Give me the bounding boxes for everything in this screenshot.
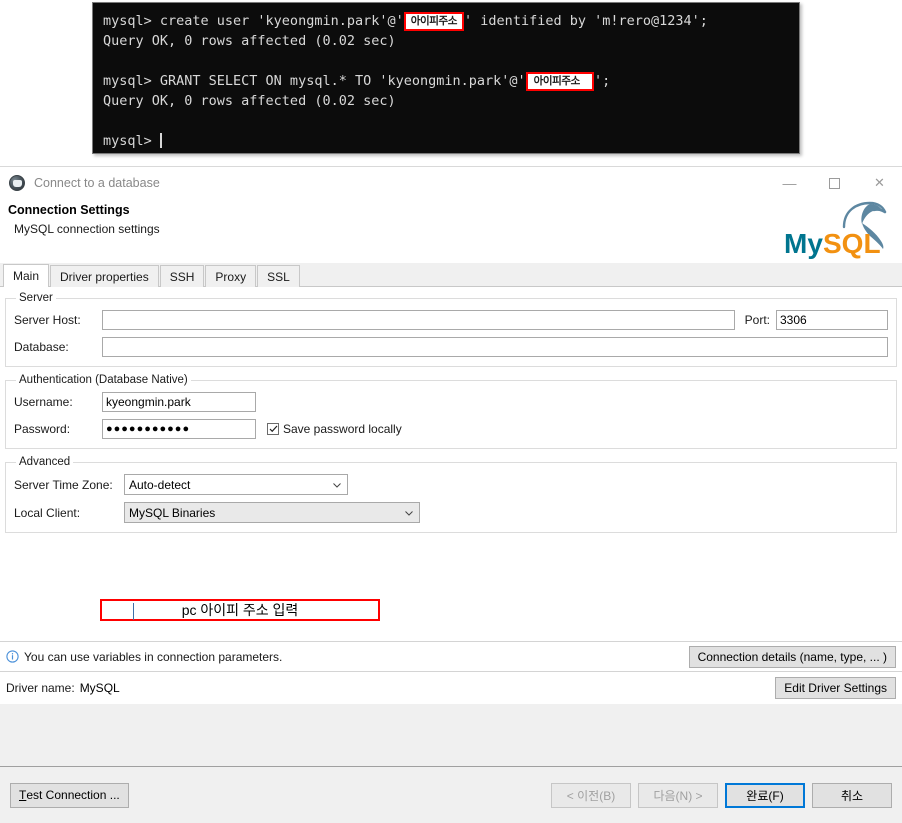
save-password-label: Save password locally [283,422,402,436]
terminal-line-create-user: mysql> create user 'kyeongmin.park'@' 아이피… [103,11,789,31]
advanced-group-legend: Advanced [19,456,71,468]
back-button[interactable]: < 이전(B) [551,782,631,808]
chevron-down-icon [333,482,341,488]
server-host-label: Server Host: [14,313,81,327]
authentication-group-legend: Authentication (Database Native) [19,374,188,386]
username-input[interactable] [102,392,256,412]
redaction-box-ip-2: 아이피주소 [525,72,594,91]
driver-name-value: MySQL [79,681,120,695]
mysql-logo: My SQL [782,197,894,263]
connection-details-button[interactable]: Connection details (name, type, ... ) [688,645,896,668]
mysql-logo-svg: My SQL [784,201,887,259]
mysql-logo-my: My [784,228,823,259]
terminal-text-pre-2: mysql> GRANT SELECT ON mysql.* TO 'kyeon… [103,73,526,89]
close-button[interactable]: ✕ [857,167,902,199]
server-timezone-combo[interactable]: Auto-detect [124,474,348,495]
dialog-button-bar: Test Connection ... < 이전(B) 다음(N) > 완료(F… [0,767,902,823]
advanced-group: Advanced Server Time Zone: Auto-detect L… [5,456,897,533]
save-password-checkbox[interactable]: Save password locally [267,422,402,436]
terminal-line-grant-select: mysql> GRANT SELECT ON mysql.* TO 'kyeon… [103,71,789,91]
dbeaver-app-icon [9,175,25,191]
info-text: You can use variables in connection para… [24,649,283,664]
server-timezone-value: Auto-detect [129,477,191,492]
terminal-prompt: mysql> [103,131,789,151]
host-input-caret [133,603,134,620]
info-icon [6,650,19,663]
dialog-title-bar: Connect to a database — ✕ [0,167,902,199]
terminal-text-pre: mysql> create user 'kyeongmin.park'@' [103,13,404,29]
minimize-icon: — [782,175,797,191]
annotation-host-text: pc 아이피 주소 입력 [181,602,299,618]
mysql-logo-sql: SQL [823,228,881,259]
terminal-line-query-ok-1: Query OK, 0 rows affected (0.02 sec) [103,33,396,49]
maximize-button[interactable] [812,167,857,199]
authentication-group: Authentication (Database Native) Usernam… [5,374,897,449]
tab-ssl[interactable]: SSL [257,265,300,287]
terminal-blank-1 [103,51,789,71]
dialog-filler-area [0,704,902,767]
maximize-icon [829,177,840,189]
server-timezone-label: Server Time Zone: [14,477,113,492]
database-label: Database: [14,340,69,354]
finish-button[interactable]: 완료(F) [725,782,805,808]
mysql-terminal-window: mysql> create user 'kyeongmin.park'@' 아이피… [92,2,800,154]
tab-proxy[interactable]: Proxy [205,265,257,287]
close-icon: ✕ [874,175,885,190]
terminal-blank-2 [103,111,789,131]
header-subtitle: MySQL connection settings [14,222,160,236]
driver-name-label: Driver name: [6,681,75,695]
port-input[interactable] [776,310,888,330]
tab-main[interactable]: Main [3,264,50,287]
terminal-text-post-2: '; [593,73,611,89]
server-timezone-row: Server Time Zone: Auto-detect [14,474,888,495]
server-group: Server Server Host: Port: Database: [5,292,897,367]
connect-to-database-dialog: Connect to a database — ✕ Connection Set… [0,166,902,823]
password-label: Password: [14,422,71,436]
server-group-legend: Server [19,292,53,304]
info-bar: You can use variables in connection para… [0,642,902,672]
settings-tab-strip: Main Driver properties SSH Proxy SSL [0,263,902,287]
test-connection-mnemonic: T [19,788,27,802]
server-host-row: Server Host: Port: [14,310,888,330]
tab-driver-properties[interactable]: Driver properties [50,265,159,287]
dialog-title: Connect to a database [34,176,160,190]
header-title: Connection Settings [8,203,130,217]
password-row: Password: ●●●●●●●●●●● Save password loca… [14,419,888,439]
terminal-prompt-text: mysql> [103,133,152,149]
test-connection-button[interactable]: Test Connection ... [10,782,129,808]
window-controls: — ✕ [767,167,902,199]
terminal-text-post: ' identified by 'm!rero@1234'; [464,13,708,29]
username-row: Username: [14,392,888,412]
driver-bar: Driver name: MySQL Edit Driver Settings [0,672,902,704]
password-input[interactable]: ●●●●●●●●●●● [102,419,256,439]
main-tab-content: Server Server Host: Port: Database: pc 아… [0,287,902,642]
checkbox-checked-icon [267,423,279,435]
edit-driver-settings-button[interactable]: Edit Driver Settings [775,677,896,699]
annotation-host-redbox: pc 아이피 주소 입력 [100,599,380,621]
local-client-combo[interactable]: MySQL Binaries [124,502,420,523]
tab-ssh[interactable]: SSH [159,265,205,287]
terminal-line-query-ok-2: Query OK, 0 rows affected (0.02 sec) [103,93,396,109]
next-button[interactable]: 다음(N) > [638,782,718,808]
username-label: Username: [14,395,73,409]
test-connection-label: est Connection ... [26,788,120,802]
chevron-down-icon [405,510,413,516]
minimize-button[interactable]: — [767,167,812,199]
local-client-value: MySQL Binaries [129,505,216,520]
database-row: Database: [14,337,888,357]
port-label: Port: [744,313,770,327]
redaction-box-ip-1: 아이피주소 [403,12,465,31]
cancel-button[interactable]: 취소 [812,782,892,808]
database-input[interactable] [102,337,888,357]
dialog-header: Connection Settings MySQL connection set… [0,199,902,263]
local-client-label: Local Client: [14,505,81,520]
terminal-cursor [159,133,162,148]
local-client-row: Local Client: MySQL Binaries [14,502,888,523]
server-host-input[interactable] [102,310,735,330]
